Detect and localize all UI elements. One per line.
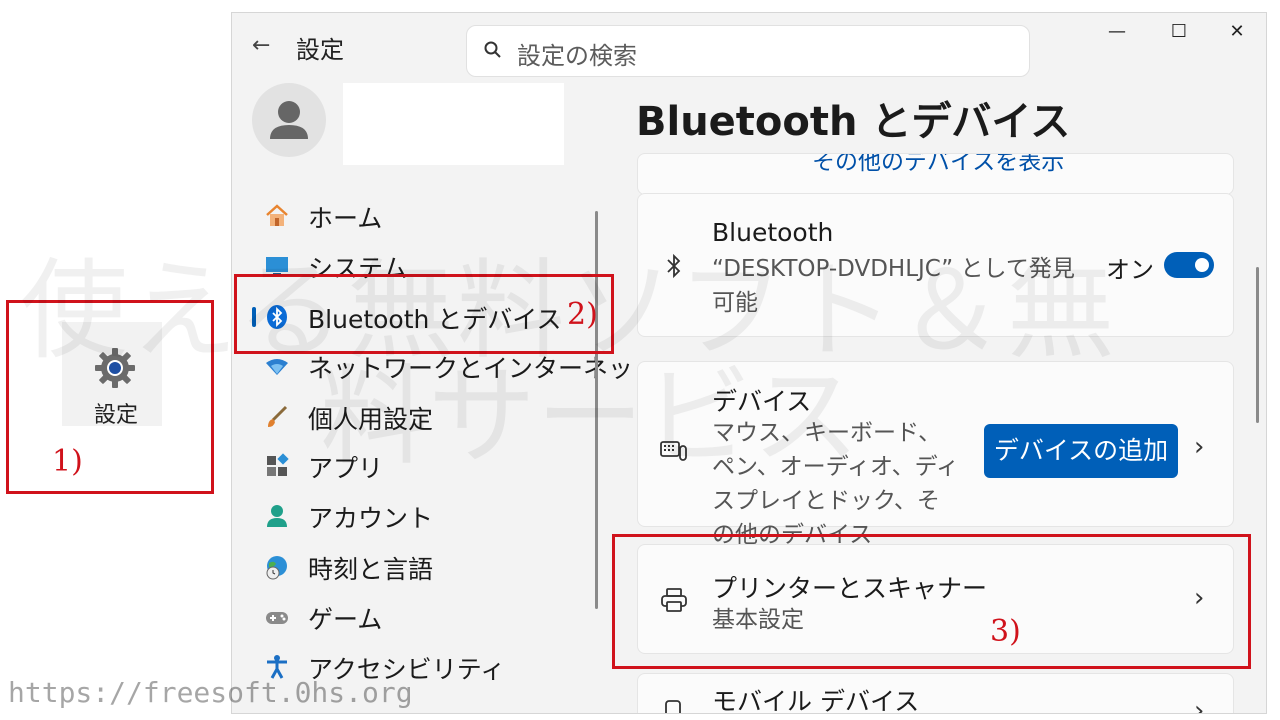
- mobile-card-title: モバイル デバイス: [712, 687, 920, 714]
- mobile-devices-card[interactable]: モバイル デバイス ›: [637, 673, 1234, 714]
- mobile-phone-icon: [665, 700, 681, 713]
- annotation-label-3: 3): [990, 614, 1021, 649]
- sidebar-item-time-language[interactable]: 時刻と言語: [232, 544, 592, 590]
- watermark-text-line2: 料サービス: [320, 355, 861, 480]
- annotation-box-3: [612, 534, 1251, 669]
- more-devices-card[interactable]: その他のデバイスを表示: [637, 153, 1234, 195]
- person-avatar-icon: [270, 101, 308, 139]
- sidebar-item-label: ゲーム: [308, 605, 383, 634]
- toggle-knob: [1195, 258, 1209, 272]
- bluetooth-toggle[interactable]: [1164, 252, 1214, 278]
- annotation-label-1: 1): [52, 444, 83, 479]
- brush-icon: [268, 405, 288, 427]
- globe-clock-icon: [266, 556, 287, 580]
- sidebar-item-accounts[interactable]: アカウント: [232, 493, 592, 539]
- search-box[interactable]: 設定の検索: [466, 25, 1030, 77]
- gamepad-icon: [266, 612, 288, 624]
- chevron-right-icon[interactable]: ›: [1194, 432, 1204, 462]
- more-devices-link[interactable]: その他のデバイスを表示: [812, 154, 1064, 176]
- back-arrow-icon[interactable]: ←: [252, 33, 270, 58]
- window-title: 設定: [296, 36, 344, 64]
- sidebar-item-gaming[interactable]: ゲーム: [232, 594, 592, 640]
- page-title: Bluetooth とデバイス: [636, 99, 1071, 145]
- apps-icon: [267, 453, 289, 476]
- sidebar-item-label: 時刻と言語: [308, 555, 434, 584]
- chevron-right-icon[interactable]: ›: [1194, 696, 1204, 713]
- add-device-button[interactable]: デバイスの追加: [984, 424, 1178, 478]
- search-input[interactable]: 設定の検索: [517, 36, 637, 71]
- minimize-button[interactable]: —: [1102, 21, 1132, 42]
- source-url-watermark: https://freesoft.0hs.org: [8, 676, 413, 709]
- content-scrollbar[interactable]: [1256, 267, 1259, 423]
- sidebar-item-label: アカウント: [308, 504, 434, 533]
- person-icon: [267, 505, 287, 527]
- maximize-button[interactable]: ☐: [1164, 21, 1194, 42]
- close-button[interactable]: ✕: [1222, 21, 1252, 42]
- search-icon: [484, 41, 501, 58]
- avatar[interactable]: [252, 83, 326, 157]
- user-name-redacted: [343, 83, 564, 165]
